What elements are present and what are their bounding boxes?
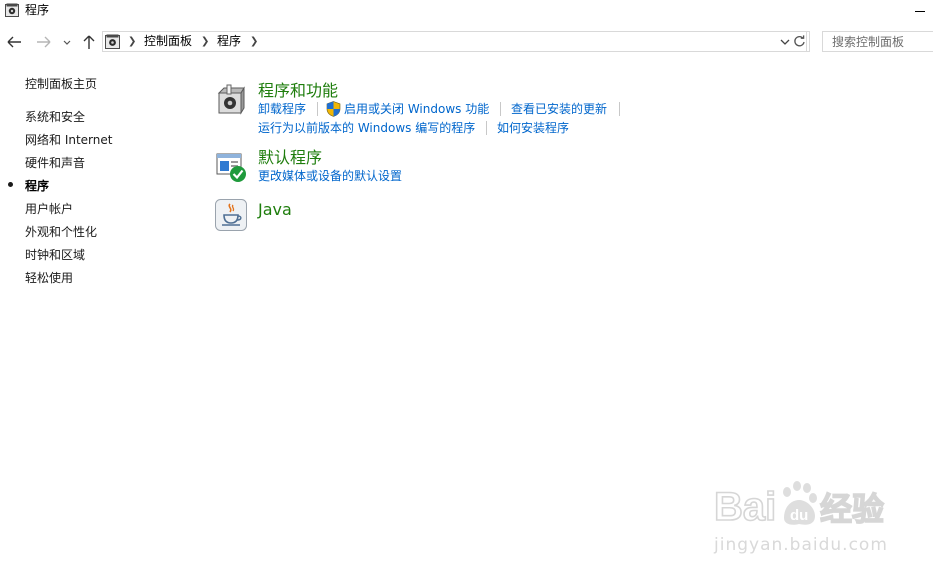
- breadcrumb-programs[interactable]: 程序: [217, 34, 241, 49]
- refresh-button[interactable]: [790, 31, 810, 52]
- forward-button[interactable]: [32, 32, 54, 52]
- sidebar-item-network-internet[interactable]: 网络和 Internet: [25, 133, 112, 148]
- title-bar: 程序: [0, 0, 933, 24]
- programs-app-icon: [5, 3, 19, 17]
- sidebar-item-hardware-sound[interactable]: 硬件和声音: [25, 156, 85, 171]
- up-arrow-icon: [83, 35, 95, 49]
- category-programs-features-title[interactable]: 程序和功能: [258, 81, 338, 101]
- baidu-watermark: Bai du 经验 jingyan.baidu.com: [714, 476, 898, 560]
- sidebar-item-clock-region[interactable]: 时钟和区域: [25, 248, 85, 263]
- media-device-defaults-link[interactable]: 更改媒体或设备的默认设置: [258, 169, 402, 184]
- breadcrumb-separator-icon[interactable]: ❯: [201, 34, 209, 49]
- how-to-install-program-link[interactable]: 如何安装程序: [497, 121, 569, 136]
- link-divider: [619, 102, 620, 116]
- link-divider: [317, 102, 318, 116]
- current-item-bullet-icon: [8, 182, 13, 187]
- sidebar-item-user-accounts[interactable]: 用户帐户: [25, 202, 73, 217]
- compatibility-troubleshooter-link[interactable]: 运行为以前版本的 Windows 编写的程序: [258, 121, 475, 136]
- back-arrow-icon: [7, 36, 21, 48]
- window-title: 程序: [25, 3, 50, 17]
- minimize-button[interactable]: [910, 2, 930, 20]
- java-icon[interactable]: [215, 199, 247, 231]
- up-button[interactable]: [78, 32, 100, 52]
- breadcrumb-control-panel[interactable]: 控制面板: [144, 34, 192, 49]
- refresh-icon: [794, 35, 805, 47]
- link-divider: [500, 102, 501, 116]
- forward-arrow-icon: [37, 36, 51, 48]
- programs-features-icon[interactable]: [215, 84, 247, 116]
- link-divider: [486, 121, 487, 135]
- recent-locations-button[interactable]: [60, 32, 74, 52]
- breadcrumb-separator-icon[interactable]: ❯: [250, 34, 258, 49]
- chevron-down-icon: [63, 40, 71, 45]
- search-input[interactable]: [823, 32, 933, 51]
- category-default-programs-title[interactable]: 默认程序: [258, 148, 322, 168]
- installed-updates-link[interactable]: 查看已安装的更新: [511, 102, 607, 117]
- control-panel-icon: [105, 34, 120, 49]
- sidebar-item-appearance[interactable]: 外观和个性化: [25, 225, 97, 240]
- category-java-title[interactable]: Java: [258, 200, 292, 220]
- default-programs-icon[interactable]: [215, 151, 247, 183]
- sidebar-item-programs: 程序: [25, 179, 50, 193]
- baidu-jingyan-logo: Bai du 经验: [714, 481, 885, 530]
- sidebar-item-system-security[interactable]: 系统和安全: [25, 110, 85, 125]
- back-button[interactable]: [4, 32, 26, 52]
- address-bar[interactable]: ❯ 控制面板 ❯ 程序 ❯: [102, 31, 807, 52]
- sidebar-control-panel-home[interactable]: 控制面板主页: [25, 77, 97, 92]
- sidebar-item-ease-of-access[interactable]: 轻松使用: [25, 271, 73, 286]
- windows-features-link[interactable]: 启用或关闭 Windows 功能: [344, 102, 489, 117]
- svg-text:du: du: [790, 507, 808, 524]
- svg-text:Bai: Bai: [714, 485, 776, 529]
- uac-shield-icon: [326, 101, 341, 117]
- watermark-url: jingyan.baidu.com: [714, 535, 888, 555]
- uninstall-program-link[interactable]: 卸载程序: [258, 102, 306, 117]
- search-box[interactable]: [822, 31, 933, 52]
- breadcrumb-separator-icon[interactable]: ❯: [128, 34, 136, 49]
- svg-text:经验: 经验: [820, 490, 884, 528]
